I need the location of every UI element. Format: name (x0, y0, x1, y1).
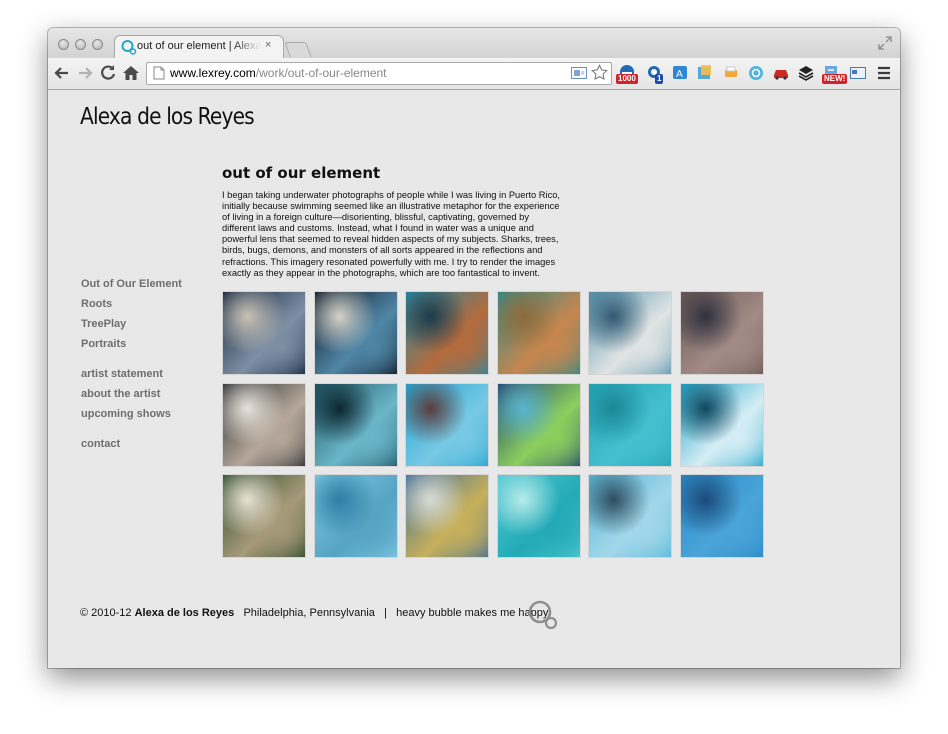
thumbnail-grid (223, 292, 767, 560)
extension-badge-count: 1 (655, 74, 664, 84)
translate-page-icon[interactable] (571, 67, 587, 79)
window-extension-icon[interactable] (849, 64, 867, 82)
red-car-extension-icon[interactable] (772, 64, 790, 82)
nav-item-out-of-our-element[interactable]: Out of Our Element (81, 278, 182, 290)
photo-thumbnail[interactable] (589, 475, 671, 557)
stacks-extension-icon[interactable] (696, 64, 714, 82)
photo-thumbnail[interactable] (315, 384, 397, 466)
footer: © 2010-12 Alexa de los Reyes Philadelphi… (80, 607, 548, 619)
translate-extension-icon[interactable]: A (672, 64, 690, 82)
footer-artist-name: Alexa de los Reyes (134, 607, 235, 619)
extension-badge-count: 1000 (616, 74, 638, 84)
nav-item-artist-statement[interactable]: artist statement (81, 368, 163, 380)
photo-thumbnail[interactable] (589, 292, 671, 374)
photo-thumbnail[interactable] (498, 384, 580, 466)
nav-item-roots[interactable]: Roots (81, 298, 112, 310)
fullscreen-icon[interactable] (878, 36, 892, 50)
nav-item-upcoming-shows[interactable]: upcoming shows (81, 408, 171, 420)
photo-thumbnail[interactable] (589, 384, 671, 466)
extension-badge-new: NEW! (822, 74, 848, 84)
site-title[interactable]: Alexa de los Reyes (80, 104, 255, 130)
heavy-bubble-logo-icon[interactable] (526, 598, 560, 632)
minimize-window-button[interactable] (75, 39, 86, 50)
photo-thumbnail[interactable] (681, 292, 763, 374)
back-arrow-icon[interactable] (52, 63, 72, 83)
browser-window: out of our element | Alexa de los Reyes … (48, 28, 900, 668)
nav-item-treeplay[interactable]: TreePlay (81, 318, 126, 330)
print-extension-icon[interactable] (722, 64, 740, 82)
footer-location: Philadelphia, Pennsylvania (243, 607, 375, 619)
photo-thumbnail[interactable] (315, 475, 397, 557)
site-favicon-icon (121, 40, 137, 55)
tab-close-icon[interactable]: × (265, 39, 271, 51)
nav-item-contact[interactable]: contact (81, 438, 120, 450)
layers-extension-icon[interactable] (797, 64, 815, 82)
browser-toolbar: www.lexrey.com/work/out-of-our-element 1… (48, 58, 900, 90)
photo-thumbnail[interactable] (406, 292, 488, 374)
reload-icon[interactable] (98, 63, 118, 83)
svg-text:A: A (676, 69, 683, 80)
photo-thumbnail[interactable] (681, 475, 763, 557)
home-icon[interactable] (121, 63, 141, 83)
work-title: out of our element (222, 164, 381, 182)
page-icon (153, 66, 165, 80)
footer-copyright: © 2010-12 (80, 607, 132, 619)
menu-icon[interactable] (875, 64, 893, 82)
browser-tab[interactable]: out of our element | Alexa de los Reyes … (114, 35, 284, 59)
photo-thumbnail[interactable] (406, 384, 488, 466)
photo-thumbnail[interactable] (223, 292, 305, 374)
footer-separator: | (384, 607, 387, 619)
url-text[interactable]: www.lexrey.com/work/out-of-our-element (170, 66, 387, 80)
nav-item-about-the-artist[interactable]: about the artist (81, 388, 160, 400)
photo-thumbnail[interactable] (498, 292, 580, 374)
address-bar[interactable]: www.lexrey.com/work/out-of-our-element (146, 62, 612, 85)
photo-thumbnail[interactable] (315, 292, 397, 374)
zoom-window-button[interactable] (92, 39, 103, 50)
photo-thumbnail[interactable] (681, 384, 763, 466)
sync-extension-icon[interactable] (747, 64, 765, 82)
nav-item-portraits[interactable]: Portraits (81, 338, 126, 350)
notifier-extension-icon[interactable]: 1 (646, 64, 664, 84)
close-window-button[interactable] (58, 39, 69, 50)
forward-arrow-icon[interactable] (75, 63, 95, 83)
mail-checker-extension-icon[interactable]: 1000 (616, 64, 638, 84)
work-description: I began taking underwater photographs of… (222, 190, 560, 278)
photo-thumbnail[interactable] (223, 384, 305, 466)
photo-thumbnail[interactable] (223, 475, 305, 557)
bookmark-star-icon[interactable] (591, 64, 608, 81)
photo-thumbnail[interactable] (498, 475, 580, 557)
new-extension-icon[interactable]: NEW! (822, 64, 848, 84)
new-tab-button[interactable] (284, 42, 312, 57)
photo-thumbnail[interactable] (406, 475, 488, 557)
web-page: Alexa de los Reyes Out of Our Element Ro… (48, 90, 900, 668)
title-bar: out of our element | Alexa de los Reyes … (48, 28, 900, 59)
